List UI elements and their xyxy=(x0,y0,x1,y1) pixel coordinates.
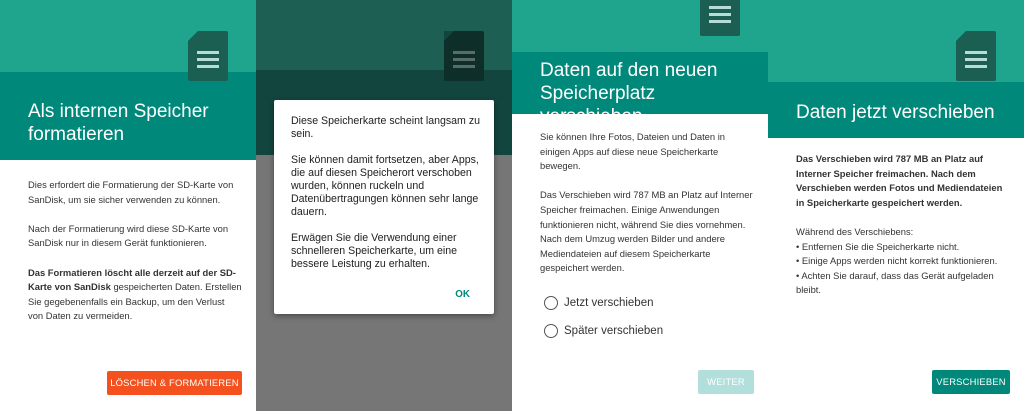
body-text: Dies erfordert die Formatierung der SD-K… xyxy=(28,178,242,339)
bold-summary: Das Verschieben wird 787 MB an Platz auf… xyxy=(796,153,1003,208)
sd-card-icon xyxy=(700,0,740,36)
radio-button-icon[interactable] xyxy=(544,324,558,338)
erase-format-button[interactable]: LÖSCHEN & FORMATIEREN xyxy=(107,371,242,395)
screen-move-data: Daten auf den neuen Speicherplatz versch… xyxy=(512,0,768,411)
radio-move-later[interactable]: Später verschieben xyxy=(544,323,663,339)
during-heading: Während des Verschiebens: xyxy=(796,225,914,237)
body-text: Das Verschieben wird 787 MB an Platz auf… xyxy=(796,152,1010,298)
paragraph: Dies erfordert die Formatierung der SD-K… xyxy=(28,179,234,205)
dialog-message: Diese Speicherkarte scheint langsam zu s… xyxy=(291,115,482,284)
page-title: Daten jetzt verschieben xyxy=(796,102,995,123)
dialog-paragraph: Sie können damit fortsetzen, aber Apps, … xyxy=(291,154,479,218)
screen-slow-card-dialog: Diese Speicherkarte scheint langsam zu s… xyxy=(256,0,512,411)
screen-format-internal: Als internen Speicher formatieren Dies e… xyxy=(0,0,256,411)
paragraph: Sie können Ihre Fotos, Dateien und Daten… xyxy=(540,131,726,172)
bullet-item: • Achten Sie darauf, dass das Gerät aufg… xyxy=(796,269,994,296)
paragraph: Nach der Formatierung wird diese SD-Kart… xyxy=(28,222,229,249)
radio-label: Jetzt verschieben xyxy=(564,297,654,309)
radio-move-now[interactable]: Jetzt verschieben xyxy=(544,295,654,311)
body-text: Sie können Ihre Fotos, Dateien und Daten… xyxy=(540,130,754,291)
dialog-paragraph: Diese Speicherkarte scheint langsam zu s… xyxy=(291,115,481,140)
ok-button[interactable]: OK xyxy=(455,289,470,300)
sd-card-icon xyxy=(444,31,484,81)
next-button[interactable]: WEITER xyxy=(698,370,754,394)
sd-card-icon xyxy=(956,31,996,81)
page-title: Daten auf den neuen Speicherplatz versch… xyxy=(540,60,718,127)
radio-label: Später verschieben xyxy=(564,325,664,337)
dialog-paragraph: Erwägen Sie die Verwendung einer schnell… xyxy=(291,232,458,270)
radio-button-icon[interactable] xyxy=(544,296,558,310)
warning-paragraph: Das Formatieren löscht alle derzeit auf … xyxy=(28,266,242,324)
move-button[interactable]: VERSCHIEBEN xyxy=(932,370,1010,394)
slow-card-dialog: Diese Speicherkarte scheint langsam zu s… xyxy=(274,100,494,314)
screen-move-now: Daten jetzt verschieben Das Verschieben … xyxy=(768,0,1024,411)
sd-card-icon xyxy=(188,31,228,81)
page-title: Als internen Speicher formatieren xyxy=(28,101,209,145)
bullet-item: • Einige Apps werden nicht korrekt funkt… xyxy=(796,255,998,267)
paragraph: Das Verschieben wird 787 MB an Platz auf… xyxy=(540,189,753,274)
bullet-item: • Entfernen Sie die Speicherkarte nicht. xyxy=(796,240,960,252)
